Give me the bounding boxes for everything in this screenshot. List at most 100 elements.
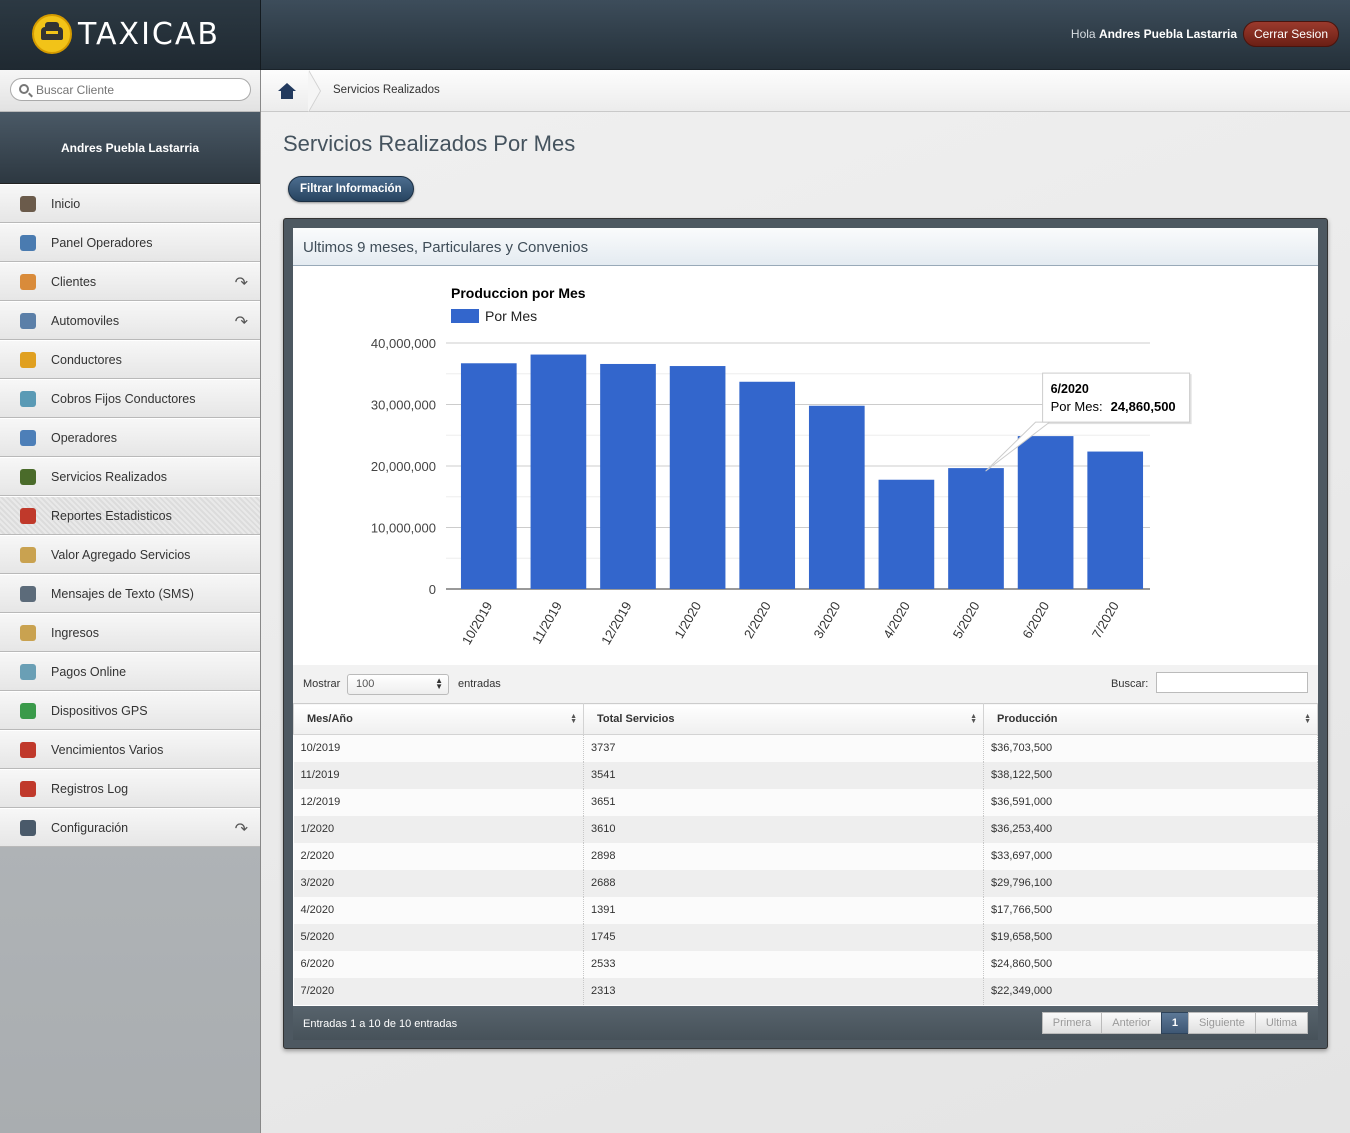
bar — [600, 363, 656, 589]
table-cell: 2313 — [583, 977, 984, 1005]
client-search-box[interactable] — [10, 78, 251, 101]
bar — [739, 381, 796, 589]
operator-icon — [20, 430, 36, 446]
table-row[interactable]: 2/2020 2898 $33,697,000 — [293, 842, 1318, 870]
car-icon — [20, 313, 36, 329]
x-tick-label: 5/2020 — [950, 599, 983, 641]
home-icon[interactable] — [278, 83, 296, 99]
entries-select[interactable]: 100 ▲ ▼ — [347, 674, 449, 695]
sidebar-item-label: Servicios Realizados — [51, 470, 168, 484]
table-row[interactable]: 5/2020 1745 $19,658,500 — [293, 923, 1318, 951]
entries-select-value: 100 — [356, 678, 375, 690]
entries-label: entradas — [458, 678, 501, 690]
table-cell: $36,591,000 — [983, 788, 1318, 816]
sort-icon[interactable]: ▲ ▼ — [1304, 713, 1311, 725]
y-tick-label: 20,000,000 — [371, 459, 436, 474]
column-header[interactable]: Producción ▲ ▼ — [983, 703, 1318, 735]
sidebar-item-valor-agregado-servicios[interactable]: Valor Agregado Servicios — [0, 535, 260, 574]
sidebar-item-automoviles[interactable]: Automoviles ↷ — [0, 301, 260, 340]
table-search-input[interactable] — [1156, 672, 1308, 693]
sidebar-item-label: Clientes — [51, 275, 97, 289]
sidebar-item-label: Registros Log — [51, 782, 129, 796]
sidebar-item-configuracion[interactable]: Configuración ↷ — [0, 808, 260, 847]
sidebar-item-vencimientos-varios[interactable]: Vencimientos Varios — [0, 730, 260, 769]
sidebar-item-operadores[interactable]: Operadores — [0, 418, 260, 457]
sidebar-item-cobros-fijos-conductores[interactable]: Cobros Fijos Conductores — [0, 379, 260, 418]
sidebar-item-pagos-online[interactable]: Pagos Online — [0, 652, 260, 691]
sidebar-item-panel-operadores[interactable]: Panel Operadores — [0, 223, 260, 262]
sidebar-item-label: Configuración — [51, 821, 129, 835]
pager-prev[interactable]: Anterior — [1101, 1012, 1162, 1034]
sidebar-item-registros-log[interactable]: Registros Log — [0, 769, 260, 808]
sidebar-item-label: Dispositivos GPS — [51, 704, 148, 718]
sidebar-item-servicios-realizados[interactable]: Servicios Realizados — [0, 457, 260, 496]
sidebar-item-label: Reportes Estadisticos — [51, 509, 172, 523]
y-tick-label: 30,000,000 — [371, 398, 436, 413]
dashboard-icon — [20, 196, 36, 212]
bar — [808, 405, 865, 589]
sort-icon[interactable]: ▲ ▼ — [570, 713, 577, 725]
tooltip-value: 24,860,500 — [1111, 399, 1176, 414]
table-row[interactable]: 7/2020 2313 $22,349,000 — [293, 977, 1318, 1005]
table-row[interactable]: 11/2019 3541 $38,122,500 — [293, 761, 1318, 789]
column-header-label: Producción — [997, 713, 1058, 725]
pager-current[interactable]: 1 — [1160, 1012, 1189, 1034]
logo-area: TAXICAB — [0, 0, 261, 70]
greeting-user-name: Andres Puebla Lastarria — [1098, 27, 1237, 41]
select-arrows-icon: ▲ ▼ — [435, 676, 443, 691]
expand-arrow-icon[interactable]: ↷ — [235, 312, 248, 332]
expand-arrow-icon[interactable]: ↷ — [235, 819, 248, 839]
x-tick-label: 6/2020 — [1019, 599, 1052, 641]
table-cell: $19,658,500 — [983, 923, 1318, 951]
sidebar-item-dispositivos-gps[interactable]: Dispositivos GPS — [0, 691, 260, 730]
data-table: Mes/Año ▲ ▼ Total Servicios ▲ ▼ Producción ▲ ▼ 1… — [293, 703, 1318, 1005]
y-tick-label: 0 — [429, 582, 436, 597]
sidebar-item-mensajes-de-texto-sms[interactable]: Mensajes de Texto (SMS) — [0, 574, 260, 613]
sort-icon[interactable]: ▲ ▼ — [970, 713, 977, 725]
sidebar-item-ingresos[interactable]: Ingresos — [0, 613, 260, 652]
table-cell: 12/2019 — [293, 788, 584, 816]
expand-arrow-icon[interactable]: ↷ — [235, 273, 248, 293]
breadcrumb-current[interactable]: Servicios Realizados — [333, 84, 440, 96]
table-row[interactable]: 4/2020 1391 $17,766,500 — [293, 896, 1318, 924]
gps-icon — [20, 703, 36, 719]
table-cell: 4/2020 — [293, 896, 584, 924]
breadcrumb-separator — [308, 70, 323, 112]
column-header[interactable]: Mes/Año ▲ ▼ — [293, 703, 584, 735]
table-row[interactable]: 6/2020 2533 $24,860,500 — [293, 950, 1318, 978]
pager-next[interactable]: Siguiente — [1187, 1012, 1256, 1034]
tooltip-label: Por Mes: — [1051, 399, 1103, 414]
column-header[interactable]: Total Servicios ▲ ▼ — [583, 703, 984, 735]
table-row[interactable]: 12/2019 3651 $36,591,000 — [293, 788, 1318, 816]
table-cell: 2/2020 — [293, 842, 584, 870]
table-row[interactable]: 1/2020 3610 $36,253,400 — [293, 815, 1318, 843]
x-tick-label: 7/2020 — [1089, 599, 1122, 641]
sidebar-item-inicio[interactable]: Inicio — [0, 184, 260, 223]
table-cell: 1/2020 — [293, 815, 584, 843]
book-icon — [20, 781, 36, 797]
report-widget: Ultimos 9 meses, Particulares y Convenio… — [283, 218, 1328, 1049]
table-row[interactable]: 10/2019 3737 $36,703,500 — [293, 734, 1318, 762]
top-header: TAXICAB Hola Andres Puebla Lastarria Cer… — [0, 0, 1350, 70]
pager-first[interactable]: Primera — [1041, 1012, 1103, 1034]
app-logo[interactable]: TAXICAB — [32, 14, 220, 54]
sidebar-item-clientes[interactable]: Clientes ↷ — [0, 262, 260, 301]
logout-button[interactable]: Cerrar Sesion — [1242, 21, 1339, 47]
filter-info-button[interactable]: Filtrar Información — [288, 176, 414, 202]
sidebar-item-label: Conductores — [51, 353, 122, 367]
sidebar-item-label: Inicio — [51, 197, 81, 211]
sidebar-item-reportes-estadisticos[interactable]: Reportes Estadisticos — [0, 496, 260, 535]
table-cell: 1745 — [583, 923, 984, 951]
bar — [948, 468, 1004, 589]
pager-last[interactable]: Ultima — [1254, 1012, 1308, 1034]
sidebar-item-label: Mensajes de Texto (SMS) — [51, 587, 194, 601]
table-row[interactable]: 3/2020 2688 $29,796,100 — [293, 869, 1318, 897]
sidebar-menu: Inicio Panel Operadores Clientes ↷ Automovil… — [0, 184, 260, 847]
tooltip-title: 6/2020 — [1051, 382, 1089, 396]
legend-label: Por Mes — [485, 308, 537, 324]
legend-swatch — [451, 309, 479, 323]
table-cell: 5/2020 — [293, 923, 584, 951]
sidebar-item-conductores[interactable]: Conductores — [0, 340, 260, 379]
client-search-input[interactable] — [36, 81, 236, 98]
x-tick-label: 12/2019 — [598, 599, 634, 647]
